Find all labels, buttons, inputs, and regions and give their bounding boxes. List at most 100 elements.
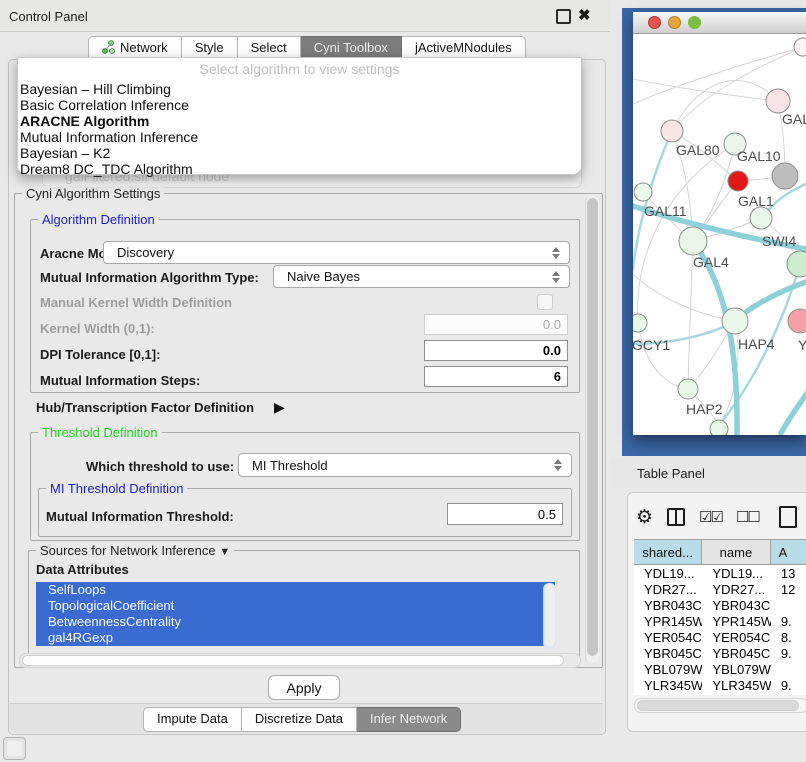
table-toolbar: ⚙ ☑☑ ☐☐: [636, 501, 806, 533]
collapse-arrow-icon[interactable]: ▼: [219, 546, 230, 558]
kernel-width-field[interactable]: 0.0: [424, 314, 568, 335]
node-label: SWI4: [762, 233, 796, 249]
attributes-scrollbar-thumb[interactable]: [545, 584, 555, 646]
table-hscrollbar[interactable]: [634, 698, 806, 713]
table-hscrollbar-thumb[interactable]: [637, 700, 799, 711]
mi-steps-field[interactable]: 6: [424, 366, 568, 387]
node-label: GAL: [782, 111, 806, 127]
cell-shared: YBR043C: [634, 598, 702, 613]
network-canvas[interactable]: GAL GAL80 GAL10 GAL1 GAL11 GAL4 SWI4 GCY…: [633, 34, 806, 435]
attribute-item[interactable]: gal4RGexp: [36, 630, 555, 646]
which-threshold-value: MI Threshold: [252, 458, 328, 473]
node: [772, 163, 798, 189]
tab-select-label: Select: [251, 40, 287, 55]
tab-discretize-data[interactable]: Discretize Data: [242, 707, 357, 732]
cell-value: 9.: [771, 694, 806, 696]
algorithm-option[interactable]: Bayesian – K2: [20, 145, 198, 161]
aracne-mode-value: Discovery: [117, 245, 174, 260]
cell-name: YDL19...: [702, 566, 770, 581]
stepper-arrows-icon: [554, 459, 562, 471]
tab-jactivemnodules-label: jActiveMNodules: [415, 40, 512, 55]
collapsed-panel-button[interactable]: [3, 737, 26, 760]
gear-icon[interactable]: ⚙: [636, 508, 653, 527]
node-labels: GAL GAL80 GAL10 GAL1 GAL11 GAL4 SWI4 GCY…: [633, 111, 806, 417]
settings-hscrollbar[interactable]: [19, 653, 581, 668]
settings-scrollbar[interactable]: [585, 196, 599, 663]
node-label: HAP4: [738, 336, 775, 352]
node-label: Y: [798, 337, 806, 353]
algorithm-option[interactable]: Bayesian – Hill Climbing: [20, 81, 198, 97]
settings-scrollbar-thumb[interactable]: [587, 198, 598, 656]
screen: Control Panel ✖ Network Style Select Cyn…: [0, 0, 806, 762]
tab-impute-data[interactable]: Impute Data: [143, 707, 242, 732]
column-header-name[interactable]: name: [702, 540, 770, 564]
network-window[interactable]: GAL GAL80 GAL10 GAL1 GAL11 GAL4 SWI4 GCY…: [633, 12, 806, 435]
node: [678, 379, 698, 399]
table-row[interactable]: YER054C YER054C 8.: [634, 629, 806, 645]
algorithm-option[interactable]: Dream8 DC_TDC Algorithm: [20, 161, 198, 177]
mi-threshold-label: Mutual Information Threshold:: [46, 509, 234, 524]
attributes-scrollbar[interactable]: [543, 583, 556, 649]
float-panel-icon[interactable]: [556, 9, 571, 24]
select-all-checkboxes-icon[interactable]: ☑☑: [699, 508, 722, 526]
network-window-titlebar[interactable]: [633, 12, 806, 34]
table-row[interactable]: YDR27... YDR27... 12: [634, 581, 806, 597]
mi-threshold-field[interactable]: 0.5: [447, 503, 563, 525]
settings-hscrollbar-thumb[interactable]: [22, 655, 564, 666]
node: [728, 171, 748, 191]
dpi-tolerance-label: DPI Tolerance [0,1]:: [40, 347, 160, 362]
cell-shared: YDR27...: [634, 582, 702, 597]
algorithm-option[interactable]: ARACNE Algorithm: [20, 113, 198, 129]
which-threshold-select[interactable]: MI Threshold: [238, 453, 572, 477]
mi-type-select[interactable]: Naive Bayes: [273, 265, 570, 288]
zoom-window-icon[interactable]: [688, 16, 701, 29]
cell-shared: YIL052C: [634, 694, 702, 696]
expand-arrow-icon[interactable]: ▶: [274, 399, 285, 416]
cell-name: YBR043C: [702, 598, 770, 613]
which-threshold-label: Which threshold to use:: [86, 459, 234, 474]
node-label: GAL10: [737, 148, 781, 164]
node-label: HAP2: [686, 401, 723, 417]
algorithm-option[interactable]: Mutual Information Inference: [20, 129, 198, 145]
column-browser-icon[interactable]: [667, 508, 685, 526]
deselect-all-checkboxes-icon[interactable]: ☐☐: [736, 508, 759, 526]
manual-kernel-checkbox[interactable]: [537, 294, 553, 310]
minimize-window-icon[interactable]: [668, 16, 681, 29]
node: [794, 38, 806, 56]
table-row[interactable]: YIL052C YIL052C 9.: [634, 693, 806, 695]
table-row[interactable]: YBR045C YBR045C 9.: [634, 645, 806, 661]
apply-button[interactable]: Apply: [268, 675, 340, 700]
close-panel-icon[interactable]: ✖: [578, 6, 591, 24]
cell-value: 9.: [771, 614, 806, 629]
cell-shared: YDL19...: [634, 566, 702, 581]
new-table-icon[interactable]: [779, 506, 797, 528]
cell-name: YBL079W: [702, 662, 770, 677]
close-window-icon[interactable]: [648, 16, 661, 29]
node: [634, 183, 652, 201]
algorithm-option[interactable]: Basic Correlation Inference: [20, 97, 198, 113]
attribute-item[interactable]: BetweennessCentrality: [36, 614, 555, 630]
table-row[interactable]: YDL19... YDL19... 13: [634, 565, 806, 581]
cell-value: 13: [771, 566, 806, 581]
node-label: GAL11: [644, 203, 687, 219]
table-row[interactable]: YBL079W YBL079W: [634, 661, 806, 677]
aracne-mode-select[interactable]: Discovery: [103, 241, 570, 264]
control-panel-title: Control Panel: [9, 9, 88, 24]
attribute-item[interactable]: SelfLoops: [36, 582, 555, 598]
data-attributes-label: Data Attributes: [36, 562, 129, 577]
table-row[interactable]: YLR345W YLR345W 9.: [634, 677, 806, 693]
tab-infer-network[interactable]: Infer Network: [357, 707, 461, 732]
table-row[interactable]: YPR145W YPR145W 9.: [634, 613, 806, 629]
node-table[interactable]: shared... name A YDL19... YDL19... 13 YD…: [634, 539, 806, 695]
dpi-tolerance-field[interactable]: 0.0: [424, 340, 568, 361]
column-header-shared[interactable]: shared...: [634, 540, 702, 564]
attribute-item[interactable]: TopologicalCoefficient: [36, 598, 555, 614]
bottom-tabbar: Impute Data Discretize Data Infer Networ…: [143, 707, 461, 730]
cell-shared: YBR045C: [634, 646, 702, 661]
column-header-partial[interactable]: A: [771, 540, 806, 564]
node: [633, 314, 647, 332]
node: [661, 120, 683, 142]
cell-value: 12: [771, 582, 806, 597]
table-row[interactable]: YBR043C YBR043C: [634, 597, 806, 613]
cell-value: 8.: [771, 630, 806, 645]
